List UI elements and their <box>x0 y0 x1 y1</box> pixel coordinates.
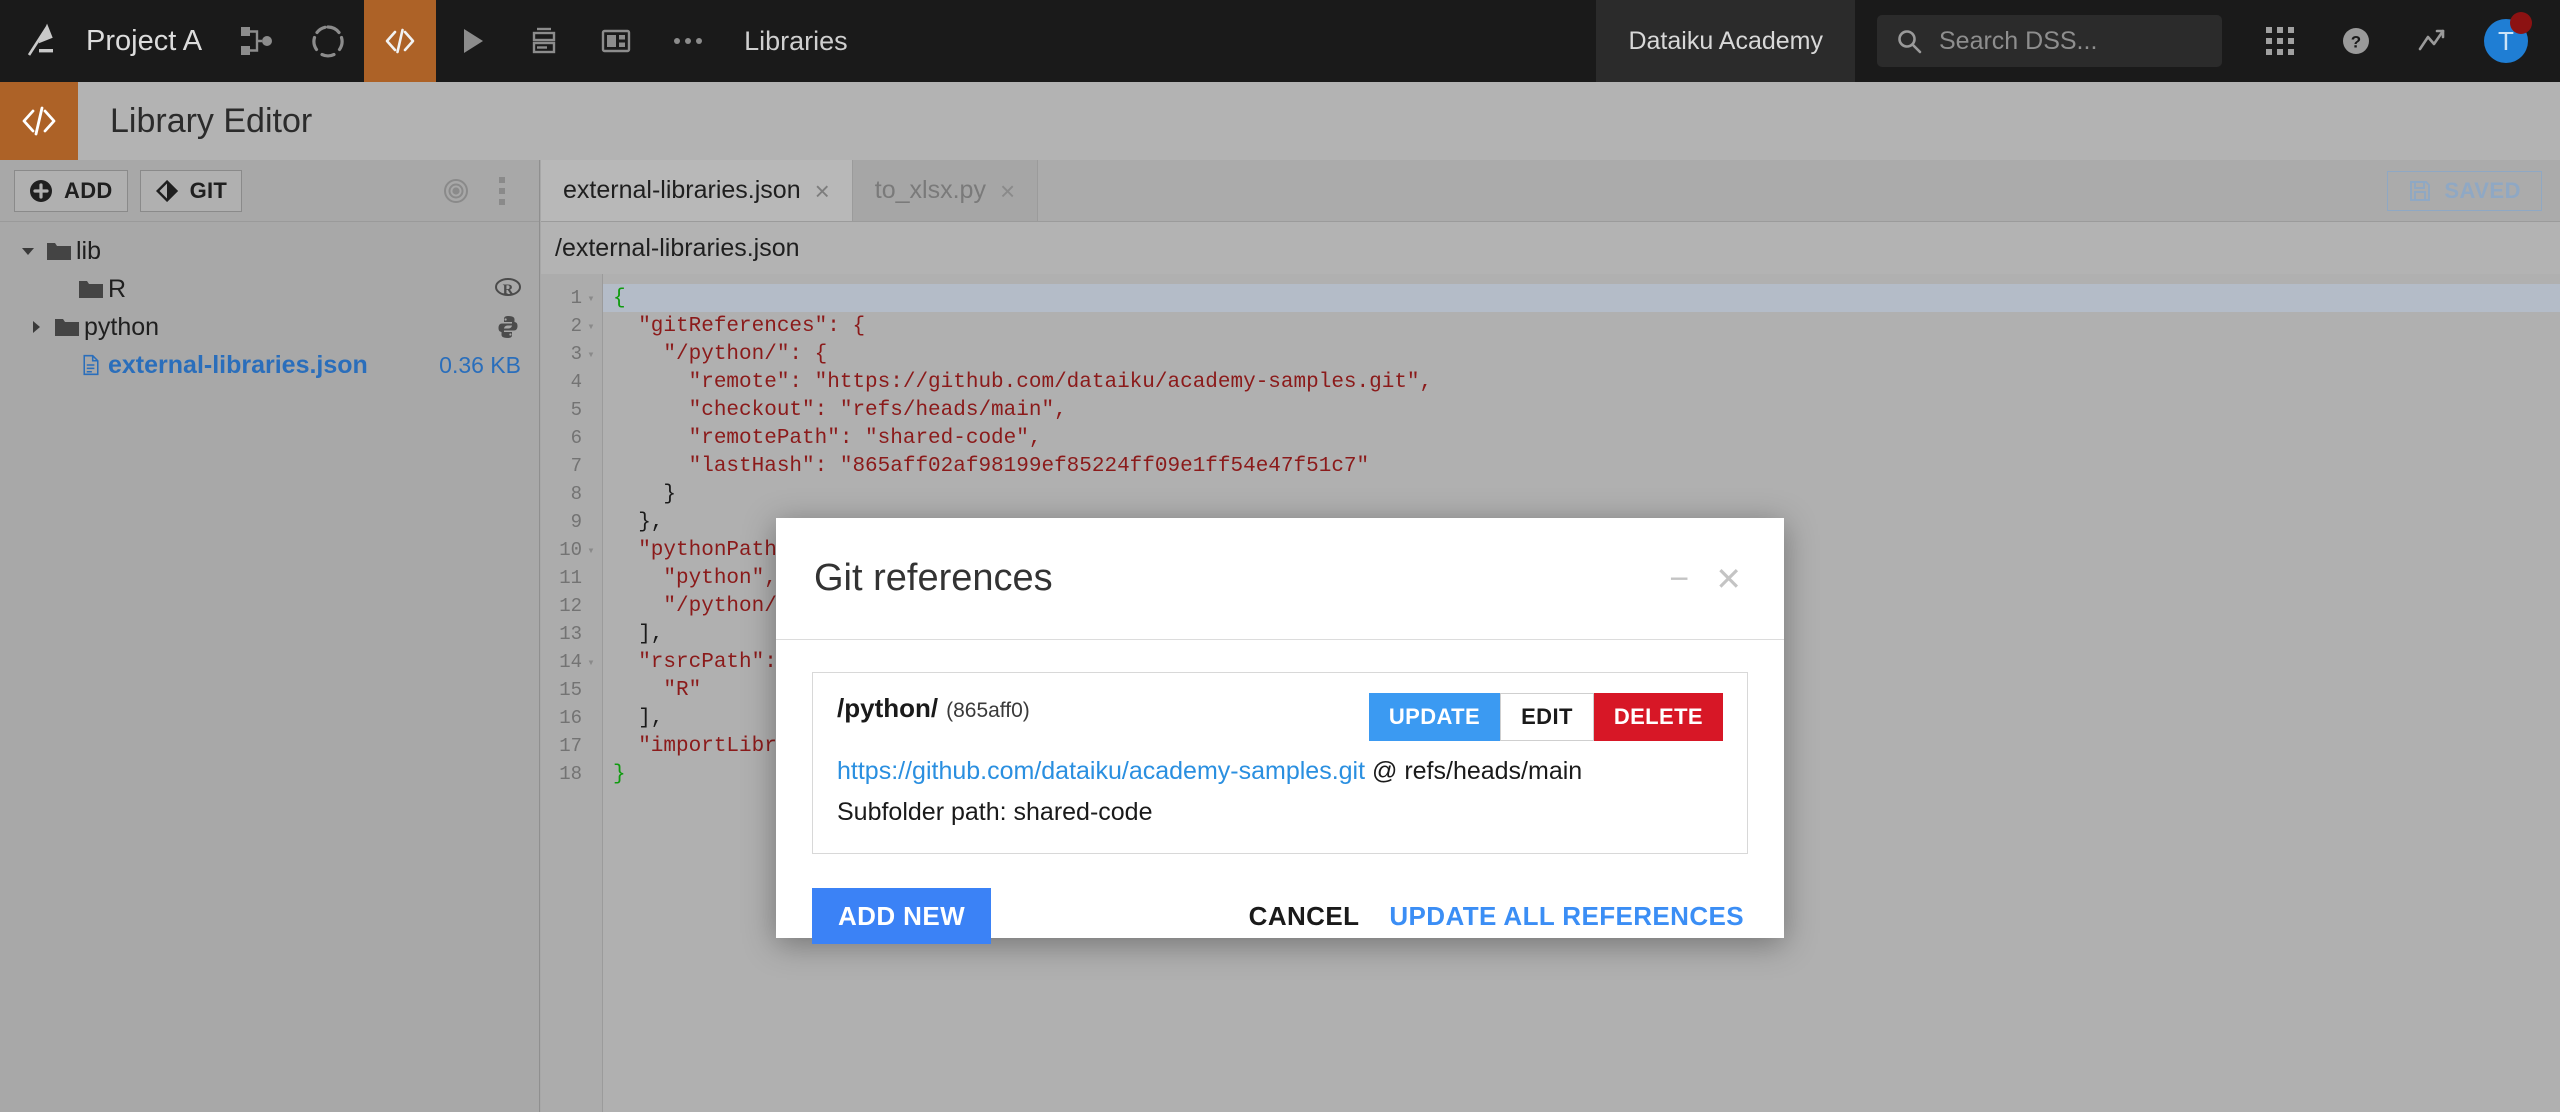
git-references-modal: Git references − ✕ /python/ (865aff0) UPD… <box>776 518 1784 944</box>
close-icon[interactable]: ✕ <box>1711 563 1746 595</box>
minimize-icon[interactable]: − <box>1647 562 1711 596</box>
delete-button[interactable]: DELETE <box>1593 693 1723 741</box>
git-reference-hash: (865aff0) <box>946 699 1030 722</box>
edit-button[interactable]: EDIT <box>1500 693 1594 741</box>
update-button[interactable]: UPDATE <box>1368 693 1501 741</box>
modal-footer: ADD NEW CANCEL UPDATE ALL REFERENCES <box>776 854 1784 944</box>
git-reference-title: /python/ (865aff0) <box>837 693 1030 724</box>
add-new-button[interactable]: ADD NEW <box>812 888 992 944</box>
git-reference-actions: UPDATE EDIT DELETE <box>1368 693 1723 741</box>
modal-title: Git references <box>814 557 1053 599</box>
modal-body: /python/ (865aff0) UPDATE EDIT DELETE htt… <box>776 640 1784 854</box>
git-reference-path: /python/ <box>837 693 939 723</box>
git-remote-url-link[interactable]: https://github.com/dataiku/academy-sampl… <box>837 757 1365 785</box>
modal-header: Git references − ✕ <box>776 518 1784 640</box>
git-branch-suffix: @ refs/heads/main <box>1365 757 1583 785</box>
git-remote-row: https://github.com/dataiku/academy-sampl… <box>837 757 1723 786</box>
git-subfolder-path: Subfolder path: shared-code <box>837 798 1153 826</box>
git-reference-header-row: /python/ (865aff0) UPDATE EDIT DELETE <box>837 693 1723 741</box>
cancel-button[interactable]: CANCEL <box>1223 901 1386 932</box>
update-all-references-button[interactable]: UPDATE ALL REFERENCES <box>1385 901 1748 932</box>
git-reference-card: /python/ (865aff0) UPDATE EDIT DELETE htt… <box>812 672 1748 854</box>
